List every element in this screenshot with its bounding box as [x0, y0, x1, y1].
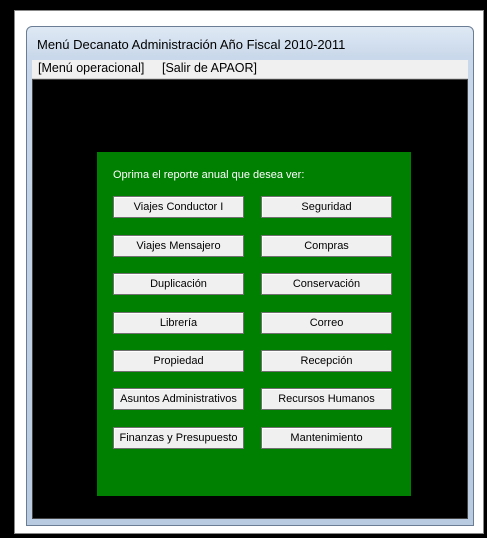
- button-recursos-humanos[interactable]: Recursos Humanos: [261, 388, 392, 410]
- button-mantenimiento[interactable]: Mantenimiento: [261, 427, 392, 449]
- button-conservacion[interactable]: Conservación: [261, 273, 392, 295]
- button-libreria[interactable]: Librería: [113, 312, 244, 334]
- button-compras[interactable]: Compras: [261, 235, 392, 257]
- window-title: Menú Decanato Administración Año Fiscal …: [37, 37, 346, 52]
- button-viajes-mensajero[interactable]: Viajes Mensajero: [113, 235, 244, 257]
- button-propiedad[interactable]: Propiedad: [113, 350, 244, 372]
- button-correo[interactable]: Correo: [261, 312, 392, 334]
- button-duplicacion[interactable]: Duplicación: [113, 273, 244, 295]
- menu-operacional[interactable]: [Menú operacional]: [38, 61, 144, 75]
- button-seguridad[interactable]: Seguridad: [261, 196, 392, 218]
- button-finanzas-presupuesto[interactable]: Finanzas y Presupuesto: [113, 427, 244, 449]
- app-window: Menú Decanato Administración Año Fiscal …: [26, 26, 474, 526]
- panel-prompt: Oprima el reporte anual que desea ver:: [113, 169, 305, 181]
- client-area: Oprima el reporte anual que desea ver: V…: [32, 79, 468, 519]
- report-panel: Oprima el reporte anual que desea ver: V…: [97, 152, 411, 496]
- button-recepcion[interactable]: Recepción: [261, 350, 392, 372]
- button-asuntos-administrativos[interactable]: Asuntos Administrativos: [113, 388, 244, 410]
- menu-bar: [Menú operacional] [Salir de APAOR]: [32, 60, 468, 79]
- title-bar[interactable]: Menú Decanato Administración Año Fiscal …: [27, 27, 473, 57]
- menu-salir-apaor[interactable]: [Salir de APAOR]: [162, 61, 257, 75]
- button-viajes-conductor[interactable]: Viajes Conductor I: [113, 196, 244, 218]
